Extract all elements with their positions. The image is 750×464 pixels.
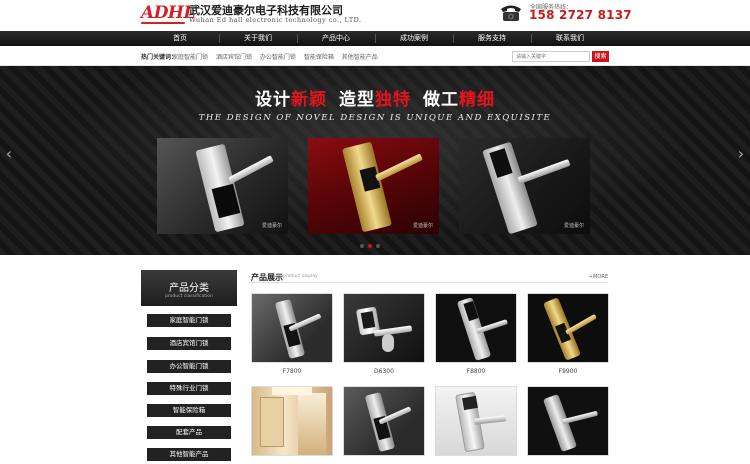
product-image — [251, 293, 333, 363]
main-nav: 首页 关于我们 产品中心 成功案例 服务支持 联系我们 — [0, 31, 750, 46]
product-name: D6300 — [374, 368, 394, 375]
logo[interactable]: ADHL — [141, 3, 195, 24]
category-item-hotel-lock[interactable]: 酒店宾馆门锁 — [147, 337, 231, 350]
category-item-accessories[interactable]: 配套产品 — [147, 426, 231, 439]
prev-slide-arrow-icon[interactable]: ‹ — [4, 145, 14, 163]
nav-item-contact[interactable]: 联系我们 — [531, 31, 609, 46]
slide-dot[interactable] — [368, 244, 372, 248]
telephone-icon — [501, 5, 521, 21]
slogan-word-highlight: 精细 — [459, 90, 495, 110]
product-image — [343, 386, 425, 456]
search-button[interactable]: 搜索 — [592, 51, 609, 62]
hot-keywords-bar: 热门关键词： 家庭智能门锁 酒店宾馆门锁 办公智能门锁 智能保险箱 其他智能产品… — [0, 46, 750, 66]
panel-caption: 爱迪豪尔 — [563, 223, 584, 229]
products-title: 产品展示 — [251, 273, 283, 282]
product-name: F7800 — [282, 368, 302, 375]
hot-keyword-link[interactable]: 其他智能产品 — [342, 54, 378, 61]
product-image — [251, 386, 333, 456]
panel-caption: 爱迪豪尔 — [261, 223, 282, 229]
slide-dot[interactable] — [376, 244, 380, 248]
logo-text: ADHL — [141, 3, 195, 23]
products-header: 产品展示 product display +MORE — [249, 270, 608, 283]
slide-dot[interactable] — [360, 244, 364, 248]
search-input[interactable] — [512, 51, 590, 62]
more-link[interactable]: +MORE — [589, 274, 608, 280]
slogan-word: 做工 — [423, 90, 459, 110]
banner-product-panel[interactable]: 爱迪豪尔 — [157, 138, 288, 234]
product-name: F9900 — [558, 368, 578, 375]
hero-banner: 设计新颖 造型独特 做工精细 THE DESIGN OF NOVEL DESIGN … — [0, 66, 750, 255]
nav-item-support[interactable]: 服务支持 — [453, 31, 531, 46]
hot-keyword-link[interactable]: 办公智能门锁 — [260, 54, 296, 61]
hot-keyword-link[interactable]: 酒店宾馆门锁 — [216, 54, 252, 61]
category-item-special-lock[interactable]: 特殊行业门锁 — [147, 382, 231, 395]
product-image — [527, 293, 609, 363]
banner-product-panel[interactable]: 爱迪豪尔 — [308, 138, 439, 234]
category-item-other[interactable]: 其他智能产品 — [147, 448, 231, 461]
category-item-office-lock[interactable]: 办公智能门锁 — [147, 360, 231, 373]
product-image — [435, 293, 517, 363]
product-image — [435, 386, 517, 456]
nav-item-home[interactable]: 首页 — [141, 31, 219, 46]
product-name: F8800 — [466, 368, 486, 375]
category-item-safe[interactable]: 智能保险箱 — [147, 404, 231, 417]
banner-slogan-en: THE DESIGN OF NOVEL DESIGN IS UNIQUE AND… — [198, 113, 552, 123]
lock-handle — [374, 153, 424, 182]
product-image — [343, 293, 425, 363]
nav-item-cases[interactable]: 成功案例 — [375, 31, 453, 46]
products-subtitle: product display — [283, 274, 318, 279]
sidebar-title: 产品分类 — [169, 283, 209, 294]
slogan-word: 造型 — [339, 90, 375, 110]
slogan-word-highlight: 独特 — [375, 90, 411, 110]
hotline-number: 158 2727 8137 — [529, 8, 632, 22]
sidebar-header: 产品分类 product classification — [141, 270, 237, 306]
sidebar-subtitle: product classification — [165, 294, 213, 299]
nav-item-about[interactable]: 关于我们 — [219, 31, 297, 46]
banner-slogan: 设计新颖 造型独特 做工精细 — [0, 85, 750, 110]
product-image — [527, 386, 609, 456]
company-name-en: Wuhan Ed hall electronic technology co.,… — [189, 16, 362, 24]
panel-caption: 爱迪豪尔 — [412, 223, 433, 229]
banner-product-panel[interactable]: 爱迪豪尔 — [459, 138, 590, 234]
category-sidebar: 产品分类 product classification 家庭智能门锁 酒店宾馆门… — [141, 270, 237, 464]
category-item-home-lock[interactable]: 家庭智能门锁 — [147, 314, 231, 327]
slogan-word: 设计 — [255, 90, 291, 110]
next-slide-arrow-icon[interactable]: › — [736, 145, 746, 163]
site-header: ADHL 武汉爱迪豪尔电子科技有限公司 Wuhan Ed hall electr… — [0, 0, 750, 31]
hot-keyword-link[interactable]: 家庭智能门锁 — [172, 54, 208, 61]
hot-keywords-list: 家庭智能门锁 酒店宾馆门锁 办公智能门锁 智能保险箱 其他智能产品 — [172, 52, 384, 61]
lock-handle — [228, 155, 274, 184]
logo-swoosh — [141, 22, 185, 24]
slogan-word-highlight: 新颖 — [291, 90, 327, 110]
hot-keyword-link[interactable]: 智能保险箱 — [304, 54, 334, 61]
slide-indicator — [360, 244, 380, 248]
lock-handle — [517, 158, 571, 185]
nav-item-products[interactable]: 产品中心 — [297, 31, 375, 46]
